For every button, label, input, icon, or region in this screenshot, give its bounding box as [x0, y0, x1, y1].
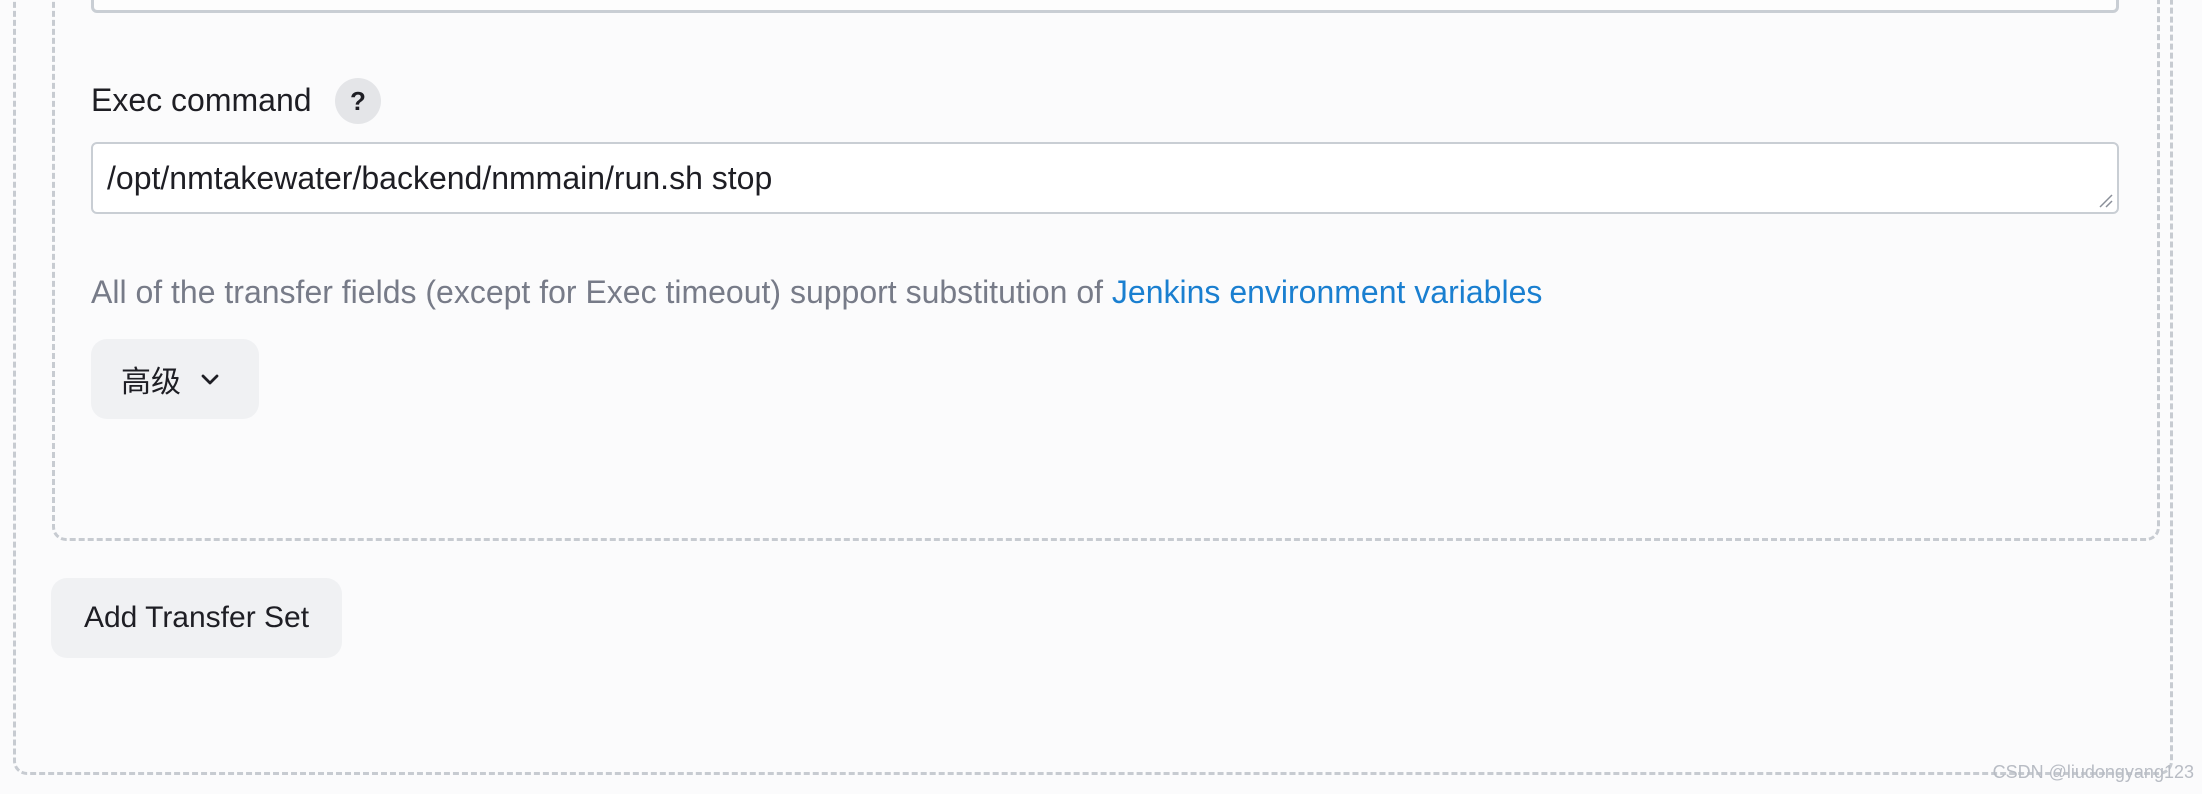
watermark: CSDN @liudongyang123 [1992, 762, 2194, 782]
exec-command-textarea[interactable]: /opt/nmtakewater/backend/nmmain/run.sh s… [91, 142, 2119, 214]
help-icon[interactable]: ? [335, 78, 381, 124]
add-transfer-set-button[interactable]: Add Transfer Set [51, 578, 342, 658]
substitution-info: All of the transfer fields (except for E… [91, 270, 1542, 314]
chevron-down-icon [201, 374, 219, 385]
exec-command-label: Exec command [91, 82, 312, 118]
jenkins-config-section: Exec command ? /opt/nmtakewater/backend/… [0, 0, 2202, 794]
advanced-button-label: 高级 [121, 366, 181, 399]
resize-grip-icon[interactable] [2097, 192, 2113, 208]
jenkins-env-vars-link[interactable]: Jenkins environment variables [1112, 274, 1542, 310]
advanced-button[interactable]: 高级 [91, 339, 259, 419]
previous-textarea[interactable] [91, 0, 2119, 13]
substitution-info-text: All of the transfer fields (except for E… [91, 274, 1112, 310]
exec-command-value: /opt/nmtakewater/backend/nmmain/run.sh s… [107, 160, 773, 196]
